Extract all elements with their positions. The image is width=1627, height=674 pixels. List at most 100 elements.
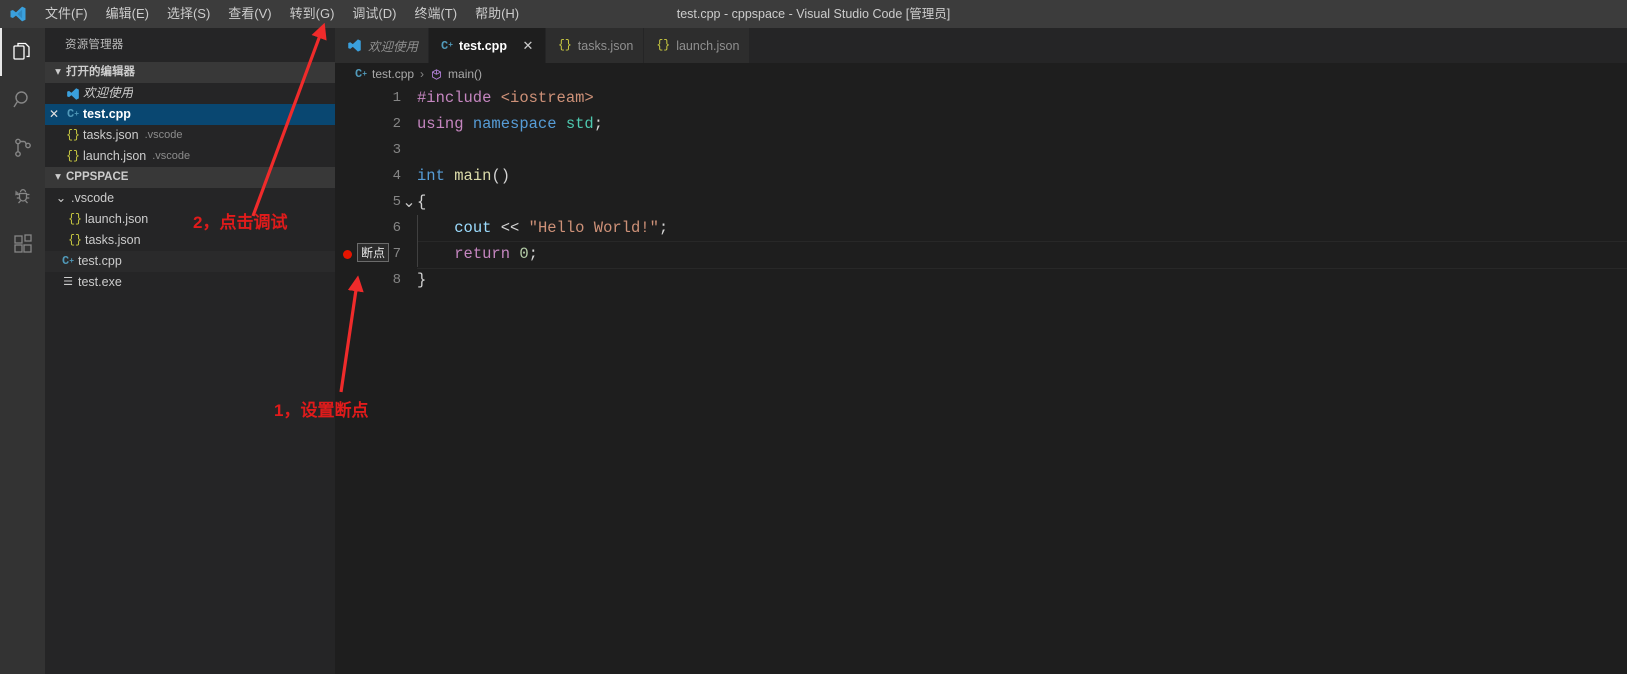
code-line-text: int main() (417, 163, 510, 189)
workspace-folder-header[interactable]: ▾ CPPSPACE (45, 167, 335, 188)
tree-item-launch-json[interactable]: {} launch.json (45, 209, 335, 230)
fold-chevron-icon[interactable]: ⌄ (401, 189, 417, 215)
tree-item-label: tasks.json (85, 233, 141, 247)
code-token: int (417, 167, 455, 185)
cpp-file-icon: C + (66, 107, 79, 121)
breadcrumb-symbol[interactable]: main() (430, 67, 482, 81)
json-file-icon: {} (68, 234, 82, 247)
cpp-file-icon: C + (441, 38, 454, 53)
breadcrumb-file[interactable]: C + test.cpp (355, 67, 414, 81)
json-file-icon: {} (656, 39, 671, 52)
menu-terminal[interactable]: 终端(T) (405, 0, 466, 28)
gutter[interactable]: 4 (335, 163, 417, 189)
tree-item-tasks-json[interactable]: {} tasks.json (45, 230, 335, 251)
indent-guide (417, 241, 418, 267)
activity-explorer[interactable] (0, 28, 45, 76)
gutter[interactable]: 1 (335, 85, 417, 111)
open-editors-header[interactable]: ▾ 打开的编辑器 (45, 62, 335, 83)
line-number: 8 (392, 272, 401, 288)
search-icon (11, 88, 35, 112)
breakpoint-icon[interactable] (343, 250, 352, 259)
code-line-text: cout << "Hello World!"; (417, 215, 668, 241)
open-editor-tasks-json[interactable]: {} tasks.json .vscode (45, 125, 335, 146)
close-icon[interactable]: ✕ (521, 38, 535, 54)
code-token: ; (658, 219, 669, 237)
code-line[interactable]: 4 int main() (335, 163, 1627, 189)
code-line[interactable]: 6 cout << "Hello World!"; (335, 215, 1627, 241)
tab-test-cpp[interactable]: C + test.cpp ✕ (429, 28, 546, 63)
open-editor-launch-json[interactable]: {} launch.json .vscode (45, 146, 335, 167)
code-token: ; (593, 115, 604, 133)
menu-help[interactable]: 帮助(H) (466, 0, 528, 28)
menu-edit[interactable]: 编辑(E) (97, 0, 158, 28)
code-line[interactable]: 3 (335, 137, 1627, 163)
open-editor-label: launch.json (83, 149, 147, 163)
open-editor-desc: .vscode (144, 129, 183, 141)
close-icon[interactable]: ✕ (45, 104, 63, 125)
open-editor-welcome[interactable]: 欢迎使用 (45, 83, 335, 104)
vscode-window: 文件(F) 编辑(E) 选择(S) 查看(V) 转到(G) 调试(D) 终端(T… (0, 0, 1627, 674)
workspace-folder-label: CPPSPACE (66, 171, 129, 183)
tab-bar: 欢迎使用 C + test.cpp ✕ {} tasks.json {} laun… (335, 28, 1627, 63)
json-file-icon: {} (557, 39, 572, 52)
gutter[interactable]: 3 (335, 137, 417, 163)
json-file-icon: {} (66, 150, 80, 163)
menu-go[interactable]: 转到(G) (281, 0, 344, 28)
menu-file[interactable]: 文件(F) (36, 0, 97, 28)
code-token: using (417, 115, 473, 133)
explorer-files-icon (11, 40, 35, 64)
json-file-icon: {} (68, 213, 82, 226)
open-editor-test-cpp[interactable]: ✕ C + test.cpp (45, 104, 335, 125)
line-number: 3 (392, 142, 401, 158)
code-line[interactable]: 1 #include <iostream> (335, 85, 1627, 111)
menu-selection[interactable]: 选择(S) (158, 0, 219, 28)
activity-run-debug[interactable] (0, 172, 45, 220)
code-line[interactable]: 5 ⌄ { (335, 189, 1627, 215)
code-line-text: return 0; (417, 241, 538, 267)
gutter[interactable]: 6 (335, 215, 417, 241)
code-editor[interactable]: 1 #include <iostream> 2 using namespace … (335, 85, 1627, 674)
code-token: << (491, 219, 529, 237)
code-token: std (565, 115, 594, 133)
code-line[interactable]: 2 using namespace std; (335, 111, 1627, 137)
extensions-blocks-icon (11, 232, 35, 256)
gutter[interactable]: 8 (335, 267, 417, 293)
run-debug-bug-icon (11, 184, 35, 208)
activity-source-control[interactable] (0, 124, 45, 172)
vscode-logo-icon (347, 38, 362, 53)
code-line-text: { (417, 189, 426, 215)
tab-bar-filler (750, 28, 1627, 63)
gutter[interactable]: 5 ⌄ (335, 189, 417, 215)
menu-debug[interactable]: 调试(D) (343, 0, 405, 28)
tree-item-test-cpp[interactable]: C + test.cpp (45, 251, 335, 272)
open-editors-label: 打开的编辑器 (66, 66, 135, 78)
tab-welcome[interactable]: 欢迎使用 (335, 28, 430, 63)
gutter[interactable]: 2 (335, 111, 417, 137)
source-control-branch-icon (11, 136, 35, 160)
tab-label: launch.json (676, 38, 740, 53)
code-line-text: } (417, 267, 426, 293)
code-token: namespace (472, 115, 566, 133)
code-token: { (417, 193, 427, 211)
code-line-text: #include <iostream> (417, 85, 594, 111)
activity-extensions[interactable] (0, 220, 45, 268)
line-number: 6 (392, 220, 401, 236)
tree-item-test-exe[interactable]: ☰ test.exe (45, 272, 335, 293)
breadcrumb-file-label: test.cpp (372, 67, 415, 81)
tree-item-label: .vscode (71, 191, 115, 205)
code-line-with-breakpoint[interactable]: 7 return 0; (335, 241, 1627, 269)
activity-search[interactable] (0, 76, 45, 124)
tree-item-label: test.exe (78, 275, 122, 289)
menu-view[interactable]: 查看(V) (219, 0, 280, 28)
menu-bar[interactable]: 文件(F) 编辑(E) 选择(S) 查看(V) 转到(G) 调试(D) 终端(T… (36, 0, 528, 28)
tab-tasks-json[interactable]: {} tasks.json (545, 28, 645, 63)
tree-item-vscode-folder[interactable]: ⌄ .vscode (45, 188, 335, 209)
tab-label: 欢迎使用 (368, 40, 419, 54)
code-token: } (417, 271, 427, 289)
line-number: 7 (392, 246, 401, 262)
title-bar: 文件(F) 编辑(E) 选择(S) 查看(V) 转到(G) 调试(D) 终端(T… (0, 0, 1627, 28)
code-line[interactable]: 8 } (335, 267, 1627, 293)
tab-launch-json[interactable]: {} launch.json (644, 28, 751, 63)
